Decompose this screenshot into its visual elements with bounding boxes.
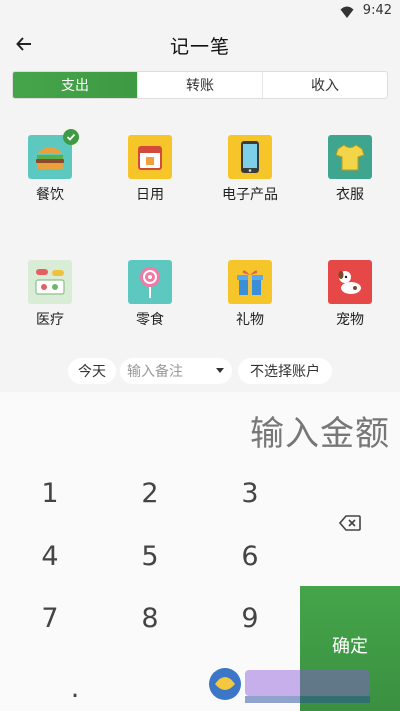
key-5[interactable]: 5 [100, 525, 200, 587]
selected-check-icon [63, 129, 79, 145]
category-label: 餐饮 [36, 187, 64, 203]
amount-display[interactable]: 输入金额 [250, 406, 390, 455]
key-6[interactable]: 6 [200, 525, 300, 587]
category-daily[interactable]: 日用 [105, 135, 195, 225]
category-medical[interactable]: 医疗 [5, 260, 95, 350]
category-label: 医疗 [36, 312, 64, 328]
category-label: 零食 [136, 312, 164, 328]
phone-icon [228, 135, 272, 179]
status-time: 9:42 [362, 3, 392, 18]
pills-icon [28, 260, 72, 304]
key-7[interactable]: 7 [0, 587, 100, 649]
options-row: 今天 输入备注 不选择账户 [0, 358, 400, 386]
account-chip[interactable]: 不选择账户 [238, 358, 332, 384]
status-bar: 9:42 [0, 0, 400, 22]
wifi-icon [340, 4, 354, 18]
key-9[interactable]: 9 [200, 587, 300, 649]
key-dot[interactable]: . [25, 657, 125, 711]
backspace-icon [339, 515, 361, 531]
note-input[interactable]: 输入备注 [120, 358, 232, 384]
dog-icon [328, 260, 372, 304]
date-chip[interactable]: 今天 [68, 358, 116, 384]
calendar-icon [128, 135, 172, 179]
type-tabs: 支出 转账 收入 [12, 71, 388, 99]
backspace-button[interactable] [300, 492, 400, 554]
tab-income[interactable]: 收入 [263, 72, 387, 98]
key-2[interactable]: 2 [100, 462, 200, 524]
category-food[interactable]: 餐饮 [5, 129, 95, 225]
category-label: 日用 [136, 187, 164, 203]
category-pet[interactable]: 宠物 [305, 260, 395, 350]
key-4[interactable]: 4 [0, 525, 100, 587]
page-title: 记一笔 [169, 36, 230, 58]
dropdown-arrow-icon [216, 368, 224, 373]
category-label: 电子产品 [222, 187, 278, 203]
shirt-icon [328, 135, 372, 179]
category-label: 礼物 [236, 312, 264, 328]
category-electronics[interactable]: 电子产品 [205, 135, 295, 225]
tab-transfer[interactable]: 转账 [138, 72, 263, 98]
note-placeholder: 输入备注 [127, 364, 183, 380]
category-label: 宠物 [336, 312, 364, 328]
key-8[interactable]: 8 [100, 587, 200, 649]
category-snacks[interactable]: 零食 [105, 260, 195, 350]
watermark-logo [205, 660, 375, 705]
key-1[interactable]: 1 [0, 462, 100, 524]
category-clothes[interactable]: 衣服 [305, 135, 395, 225]
app-bar: 记一笔 [0, 22, 400, 68]
tab-expense[interactable]: 支出 [13, 72, 138, 98]
lollipop-icon [128, 260, 172, 304]
category-label: 衣服 [336, 187, 364, 203]
gift-icon [228, 260, 272, 304]
category-gift[interactable]: 礼物 [205, 260, 295, 350]
key-3[interactable]: 3 [200, 462, 300, 524]
